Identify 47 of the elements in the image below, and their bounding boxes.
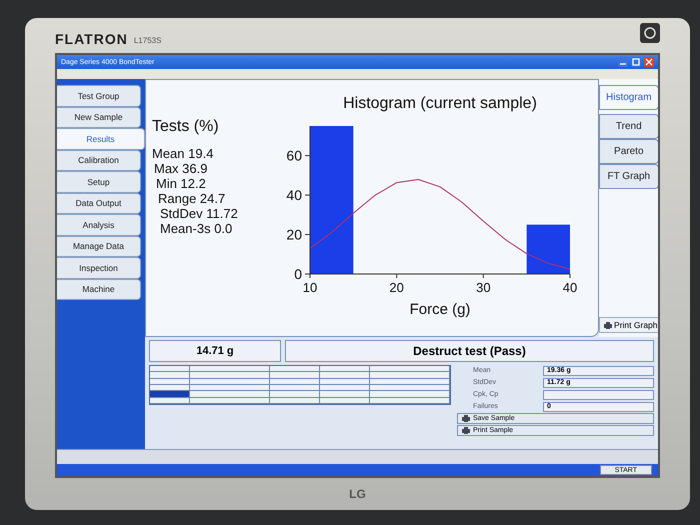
table-row[interactable]	[150, 372, 450, 379]
side-tab[interactable]: Calibration	[57, 150, 141, 171]
table-row[interactable]	[150, 378, 450, 385]
force-readout: 14.71 g	[149, 340, 281, 362]
x-axis-label: Force (g)	[410, 301, 470, 318]
stat-line: Max 36.9	[153, 161, 208, 176]
side-tab[interactable]: Data Output	[57, 192, 141, 214]
stat-line: Range 24.7	[157, 191, 226, 206]
side-tab[interactable]: Setup	[57, 171, 141, 192]
graph-tab[interactable]: FT Graph	[599, 164, 658, 189]
graph-tab[interactable]: Pareto	[599, 139, 658, 164]
stat-line: Mean-3s 0.0	[159, 221, 234, 236]
side-tab[interactable]: New Sample	[57, 106, 141, 128]
side-tab[interactable]: Inspection	[57, 257, 141, 278]
stat-line: Mean 19.4	[152, 146, 214, 161]
power-icon[interactable]	[640, 23, 660, 43]
row-selector[interactable]	[150, 391, 190, 397]
histogram-bar	[526, 224, 570, 274]
model-label: L1753S	[134, 36, 162, 45]
x-tick-label: 30	[476, 280, 491, 295]
y-tick-label: 0	[294, 266, 302, 282]
stat-line: StdDev 11.72	[159, 206, 239, 221]
close-icon[interactable]	[644, 57, 654, 67]
side-tab[interactable]: Analysis	[57, 214, 141, 236]
y-tick-label: 60	[286, 148, 302, 164]
logo-label: LG	[349, 487, 366, 501]
stats-title: Tests (%)	[152, 118, 220, 136]
x-tick-label: 40	[562, 280, 578, 295]
side-tab[interactable]: Results	[57, 128, 145, 150]
table-row[interactable]	[150, 391, 450, 398]
x-tick-label: 20	[389, 280, 404, 295]
brand-label: FLATRON	[55, 31, 128, 47]
y-tick-label: 20	[286, 226, 302, 243]
maximize-icon[interactable]	[631, 57, 641, 67]
graph-tab[interactable]: Trend	[599, 114, 658, 139]
graph-tab[interactable]: Histogram	[599, 85, 658, 110]
stat-line: Min 12.2	[155, 176, 207, 191]
table-row[interactable]	[150, 398, 450, 404]
x-tick-label: 10	[302, 280, 318, 295]
result-readout: Destruct test (Pass)	[285, 340, 654, 362]
print-graph-button[interactable]: Print Graph	[599, 317, 658, 333]
side-tab[interactable]: Test Group	[57, 85, 141, 106]
side-tab[interactable]: Manage Data	[57, 236, 141, 257]
chart-title: Histogram (current sample)	[343, 95, 537, 112]
minimize-icon[interactable]	[618, 57, 628, 67]
y-tick-label: 40	[286, 187, 302, 204]
side-tab[interactable]: Machine	[57, 278, 141, 300]
